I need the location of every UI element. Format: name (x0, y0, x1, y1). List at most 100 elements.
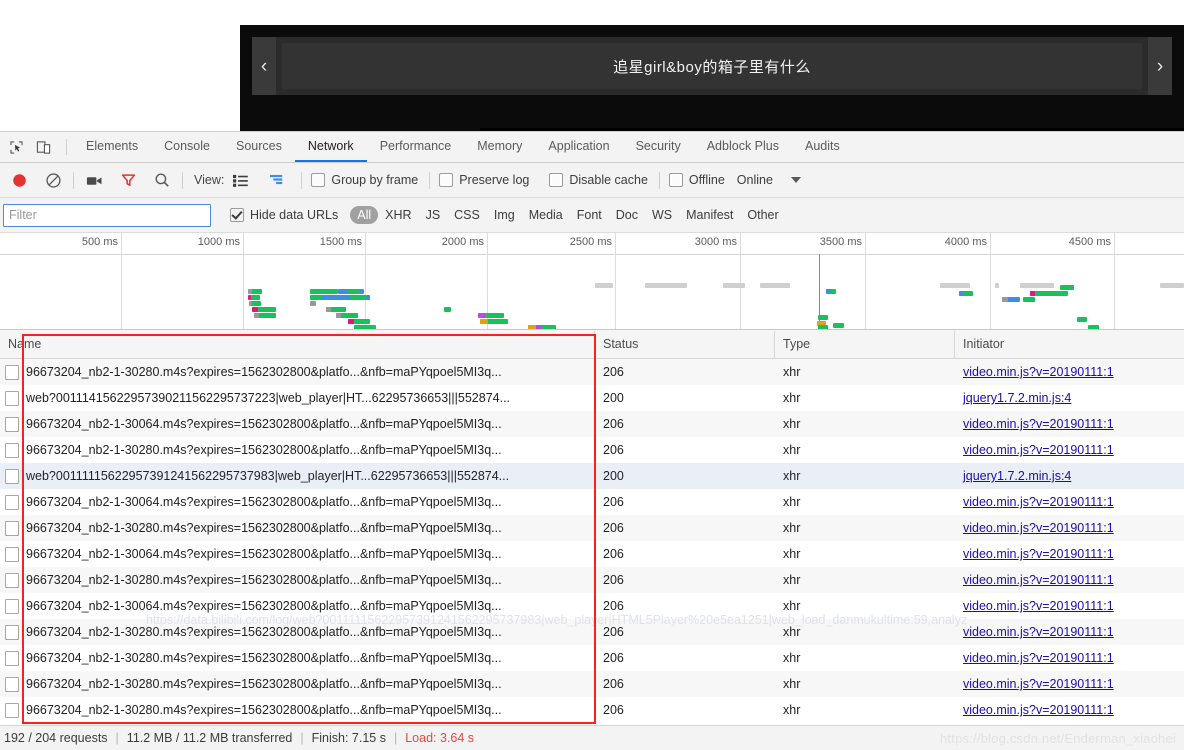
type-filter-xhr[interactable]: XHR (378, 206, 418, 224)
search-icon[interactable] (151, 169, 173, 191)
table-row[interactable]: 96673204_nb2-1-30064.m4s?expires=1562302… (0, 541, 1184, 567)
type-filter-doc[interactable]: Doc (609, 206, 645, 224)
initiator-link[interactable]: video.min.js?v=20190111:1 (963, 573, 1114, 587)
cell-name[interactable]: 96673204_nb2-1-30280.m4s?expires=1562302… (0, 437, 595, 463)
row-checkbox[interactable] (5, 650, 19, 666)
table-row[interactable]: 96673204_nb2-1-30280.m4s?expires=1562302… (0, 619, 1184, 645)
cell-name[interactable]: 96673204_nb2-1-30280.m4s?expires=1562302… (0, 515, 595, 541)
inspect-element-icon[interactable] (8, 139, 25, 156)
table-row[interactable]: 96673204_nb2-1-30280.m4s?expires=1562302… (0, 437, 1184, 463)
table-row[interactable]: 96673204_nb2-1-30064.m4s?expires=1562302… (0, 411, 1184, 437)
initiator-link[interactable]: video.min.js?v=20190111:1 (963, 417, 1114, 431)
row-checkbox[interactable] (5, 442, 19, 458)
row-checkbox[interactable] (5, 468, 19, 484)
type-filter-font[interactable]: Font (570, 206, 609, 224)
record-button[interactable] (8, 169, 30, 191)
cell-name[interactable]: 96673204_nb2-1-30064.m4s?expires=1562302… (0, 593, 595, 619)
initiator-link[interactable]: video.min.js?v=20190111:1 (963, 365, 1114, 379)
column-header-name[interactable]: Name (0, 330, 595, 358)
cell-initiator[interactable]: video.min.js?v=20190111:1 (955, 567, 1184, 593)
disable-cache-checkbox[interactable]: Disable cache (549, 173, 648, 187)
type-filter-other[interactable]: Other (740, 206, 785, 224)
tab-security[interactable]: Security (623, 132, 694, 162)
row-checkbox[interactable] (5, 390, 19, 406)
cell-initiator[interactable]: video.min.js?v=20190111:1 (955, 671, 1184, 697)
tab-audits[interactable]: Audits (792, 132, 853, 162)
cell-initiator[interactable]: video.min.js?v=20190111:1 (955, 411, 1184, 437)
row-checkbox[interactable] (5, 416, 19, 432)
tab-adblock-plus[interactable]: Adblock Plus (694, 132, 792, 162)
cell-initiator[interactable]: jquery1.7.2.min.js:4 (955, 385, 1184, 411)
type-filter-img[interactable]: Img (487, 206, 522, 224)
network-overview[interactable]: 500 ms 1000 ms 1500 ms 2000 ms 2500 ms 3… (0, 233, 1184, 330)
type-filter-all[interactable]: All (350, 206, 379, 224)
cell-name[interactable]: web?00111115622957391241562295737983|web… (0, 463, 595, 489)
row-checkbox[interactable] (5, 572, 19, 588)
player-prev-button[interactable]: ‹ (252, 37, 276, 95)
initiator-link[interactable]: video.min.js?v=20190111:1 (963, 599, 1114, 613)
row-checkbox[interactable] (5, 520, 19, 536)
cell-initiator[interactable]: video.min.js?v=20190111:1 (955, 619, 1184, 645)
filter-input[interactable] (3, 203, 211, 227)
hide-data-urls-checkbox[interactable]: Hide data URLs (230, 208, 338, 222)
cell-name[interactable]: 96673204_nb2-1-30064.m4s?expires=1562302… (0, 489, 595, 515)
cell-initiator[interactable]: video.min.js?v=20190111:1 (955, 437, 1184, 463)
throttling-value[interactable]: Online (737, 173, 773, 187)
initiator-link[interactable]: jquery1.7.2.min.js:4 (963, 469, 1071, 483)
initiator-link[interactable]: jquery1.7.2.min.js:4 (963, 391, 1071, 405)
cell-name[interactable]: 96673204_nb2-1-30064.m4s?expires=1562302… (0, 411, 595, 437)
column-header-type[interactable]: Type (775, 330, 955, 358)
type-filter-manifest[interactable]: Manifest (679, 206, 740, 224)
table-row[interactable]: web?00111415622957390211562295737223|web… (0, 385, 1184, 411)
clear-button[interactable] (42, 169, 64, 191)
table-row[interactable]: 96673204_nb2-1-30280.m4s?expires=1562302… (0, 645, 1184, 671)
tab-console[interactable]: Console (151, 132, 223, 162)
table-row[interactable]: 96673204_nb2-1-30064.m4s?expires=1562302… (0, 489, 1184, 515)
cell-initiator[interactable]: video.min.js?v=20190111:1 (955, 645, 1184, 671)
initiator-link[interactable]: video.min.js?v=20190111:1 (963, 521, 1114, 535)
table-row[interactable]: web?00111115622957391241562295737983|web… (0, 463, 1184, 489)
table-row[interactable]: 96673204_nb2-1-30280.m4s?expires=1562302… (0, 697, 1184, 723)
cell-initiator[interactable]: video.min.js?v=20190111:1 (955, 593, 1184, 619)
table-row[interactable]: 96673204_nb2-1-30064.m4s?expires=1562302… (0, 593, 1184, 619)
row-checkbox[interactable] (5, 364, 19, 380)
cell-initiator[interactable]: video.min.js?v=20190111:1 (955, 541, 1184, 567)
cell-name[interactable]: 96673204_nb2-1-30280.m4s?expires=1562302… (0, 619, 595, 645)
row-checkbox[interactable] (5, 702, 19, 718)
initiator-link[interactable]: video.min.js?v=20190111:1 (963, 651, 1114, 665)
type-filter-ws[interactable]: WS (645, 206, 679, 224)
cell-name[interactable]: 96673204_nb2-1-30280.m4s?expires=1562302… (0, 697, 595, 723)
device-toolbar-icon[interactable] (35, 139, 52, 156)
offline-checkbox[interactable]: Offline (668, 173, 725, 187)
cell-name[interactable]: 96673204_nb2-1-30280.m4s?expires=1562302… (0, 359, 595, 385)
chevron-down-icon[interactable] (790, 177, 801, 183)
row-checkbox[interactable] (5, 676, 19, 692)
tab-memory[interactable]: Memory (464, 132, 535, 162)
row-checkbox[interactable] (5, 494, 19, 510)
cell-initiator[interactable]: video.min.js?v=20190111:1 (955, 359, 1184, 385)
table-row[interactable]: 96673204_nb2-1-30280.m4s?expires=1562302… (0, 359, 1184, 385)
cell-initiator[interactable]: video.min.js?v=20190111:1 (955, 515, 1184, 541)
initiator-link[interactable]: video.min.js?v=20190111:1 (963, 495, 1114, 509)
tab-application[interactable]: Application (535, 132, 622, 162)
type-filter-css[interactable]: CSS (447, 206, 487, 224)
cell-initiator[interactable]: video.min.js?v=20190111:1 (955, 489, 1184, 515)
tab-sources[interactable]: Sources (223, 132, 295, 162)
group-by-frame-checkbox[interactable]: Group by frame (311, 173, 418, 187)
row-checkbox[interactable] (5, 624, 19, 640)
view-list-icon[interactable] (230, 171, 250, 189)
table-row[interactable]: 96673204_nb2-1-30280.m4s?expires=1562302… (0, 671, 1184, 697)
player-next-button[interactable]: › (1148, 37, 1172, 95)
type-filter-js[interactable]: JS (419, 206, 448, 224)
view-waterfall-icon[interactable] (268, 171, 288, 189)
cell-name[interactable]: 96673204_nb2-1-30280.m4s?expires=1562302… (0, 645, 595, 671)
initiator-link[interactable]: video.min.js?v=20190111:1 (963, 547, 1114, 561)
cell-name[interactable]: 96673204_nb2-1-30064.m4s?expires=1562302… (0, 541, 595, 567)
cell-name[interactable]: 96673204_nb2-1-30280.m4s?expires=1562302… (0, 671, 595, 697)
row-checkbox[interactable] (5, 546, 19, 562)
row-checkbox[interactable] (5, 598, 19, 614)
cell-name[interactable]: web?00111415622957390211562295737223|web… (0, 385, 595, 411)
table-row[interactable]: 96673204_nb2-1-30280.m4s?expires=1562302… (0, 567, 1184, 593)
type-filter-media[interactable]: Media (522, 206, 570, 224)
tab-elements[interactable]: Elements (73, 132, 151, 162)
